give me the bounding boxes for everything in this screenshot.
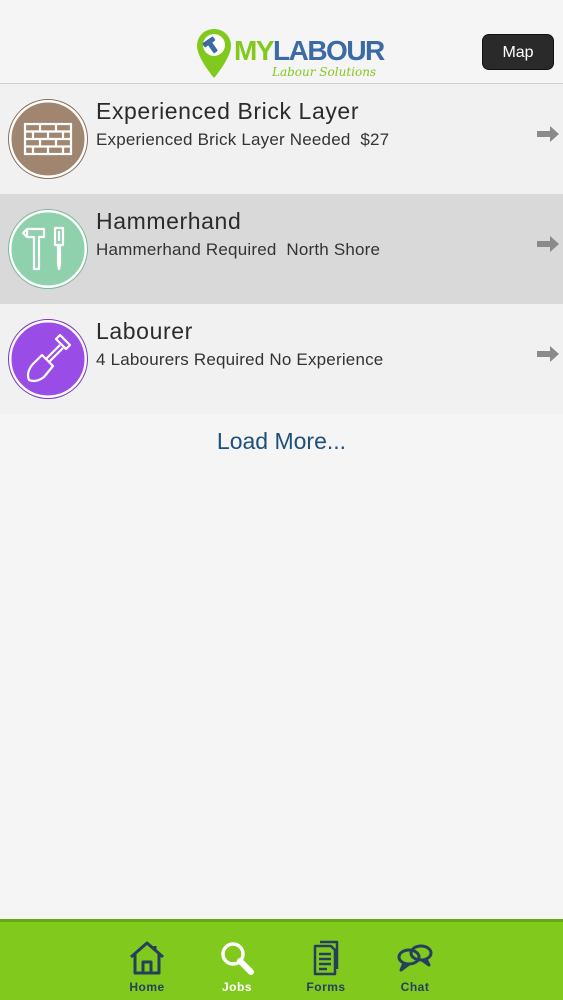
hammer-screwdriver-icon [8, 209, 88, 289]
logo-my: MY [234, 35, 275, 66]
nav-chat[interactable]: Chat [385, 940, 445, 1000]
home-icon [130, 941, 164, 975]
bottom-navigation: Home Jobs Forms Chat [0, 919, 563, 1000]
logo-labour: LABOUR [273, 35, 385, 66]
job-subtitle: Hammerhand Required North Shore [96, 240, 381, 259]
nav-home[interactable]: Home [117, 940, 177, 1000]
logo-wordmark: MYLABOUR [234, 35, 385, 66]
app-screen: MYLABOUR Labour Solutions Map Experience… [0, 0, 563, 1000]
mylabour-logo: MYLABOUR Labour Solutions [196, 28, 385, 82]
arrow-right-icon [537, 126, 559, 142]
job-list-item[interactable]: Labourer 4 Labourers Required No Experie… [0, 304, 563, 414]
job-list-item[interactable]: Experienced Brick Layer Experienced Bric… [0, 84, 563, 194]
nav-label: Forms [306, 980, 346, 994]
nav-label: Jobs [221, 980, 252, 994]
logo-tagline: Labour Solutions [272, 65, 377, 79]
chat-icon [397, 944, 433, 972]
map-button[interactable]: Map [482, 34, 554, 70]
job-title: Hammerhand [96, 208, 242, 234]
search-icon [221, 942, 254, 975]
nav-forms[interactable]: Forms [296, 940, 356, 1000]
shovel-icon [8, 319, 88, 399]
arrow-right-icon [537, 346, 559, 362]
job-subtitle: Experienced Brick Layer Needed $27 [96, 130, 390, 149]
header: MYLABOUR Labour Solutions Map [0, 0, 563, 84]
job-list-item[interactable]: Hammerhand Hammerhand Required North Sho… [0, 194, 563, 304]
job-title: Experienced Brick Layer [96, 98, 360, 124]
job-subtitle: 4 Labourers Required No Experience [96, 350, 384, 369]
job-title: Labourer [96, 318, 193, 344]
map-pin-icon [197, 29, 231, 78]
brick-wall-icon [8, 99, 88, 179]
nav-label: Home [129, 980, 165, 994]
document-icon [313, 940, 339, 976]
load-more-link[interactable]: Load More... [0, 428, 563, 455]
nav-jobs[interactable]: Jobs [207, 940, 267, 1000]
arrow-right-icon [537, 236, 559, 252]
nav-label: Chat [400, 980, 430, 994]
